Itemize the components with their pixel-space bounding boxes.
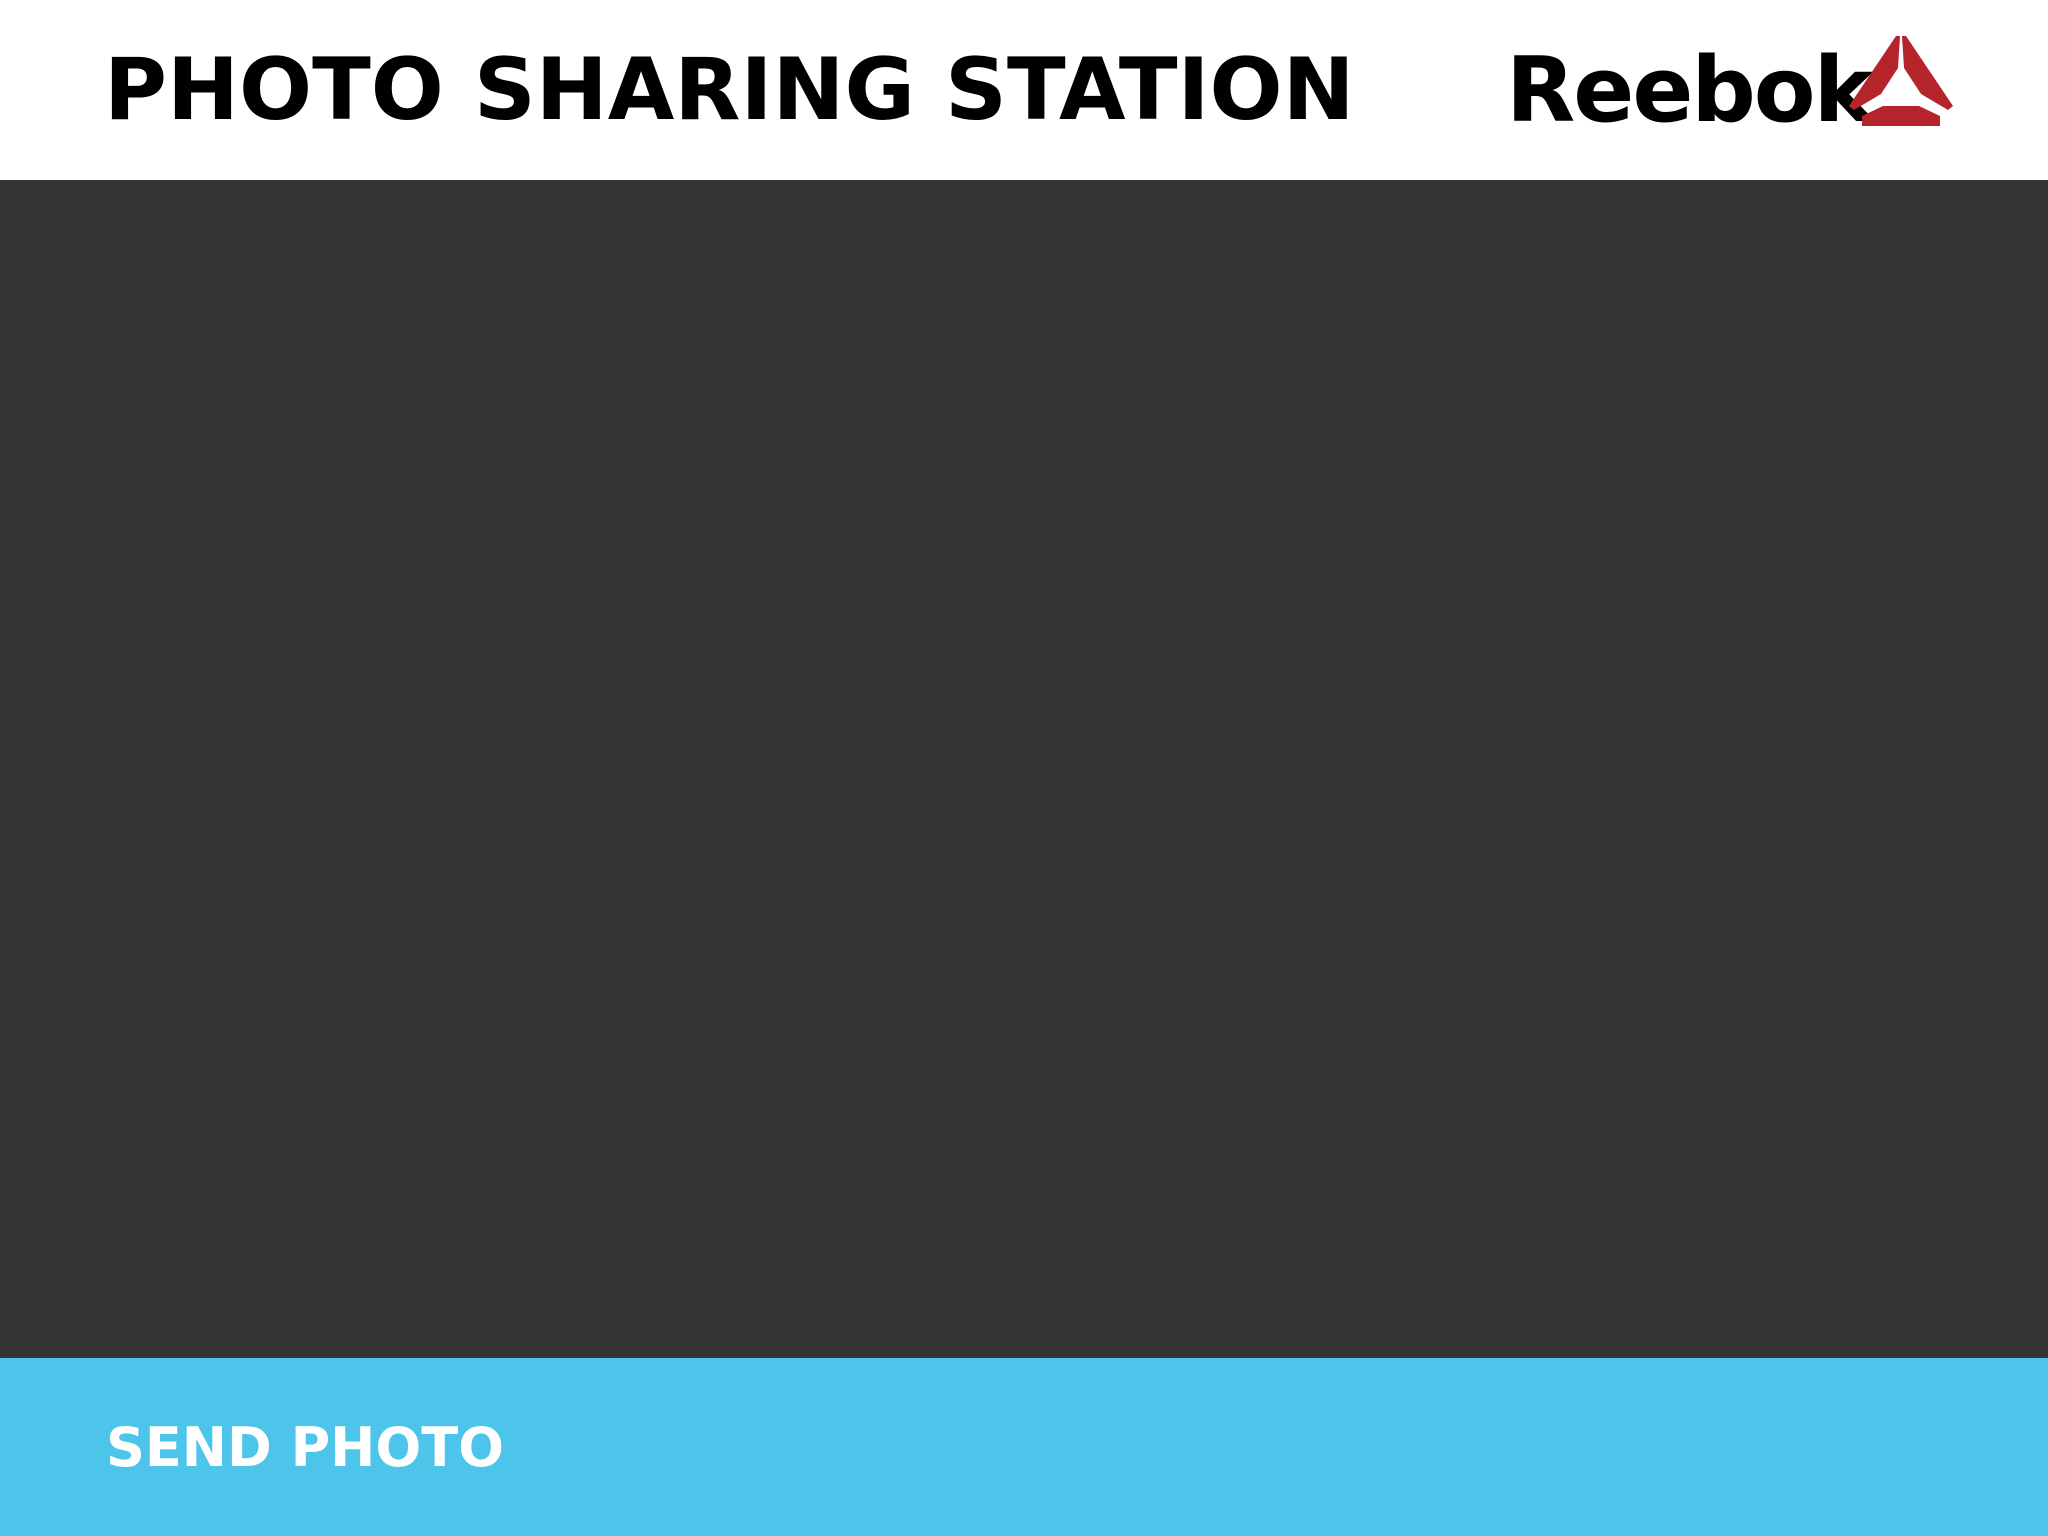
brand-logo: Reebok — [1506, 36, 1954, 138]
photo-preview — [0, 180, 2048, 1358]
page-title: PHOTO SHARING STATION — [104, 40, 1355, 140]
brand-name: Reebok — [1506, 38, 1873, 143]
header-bar: PHOTO SHARING STATION Reebok — [0, 0, 2048, 180]
reebok-delta-logo-icon — [1849, 36, 1953, 126]
send-photo-button[interactable]: SEND PHOTO — [0, 1358, 2048, 1536]
send-photo-label: SEND PHOTO — [106, 1416, 505, 1479]
